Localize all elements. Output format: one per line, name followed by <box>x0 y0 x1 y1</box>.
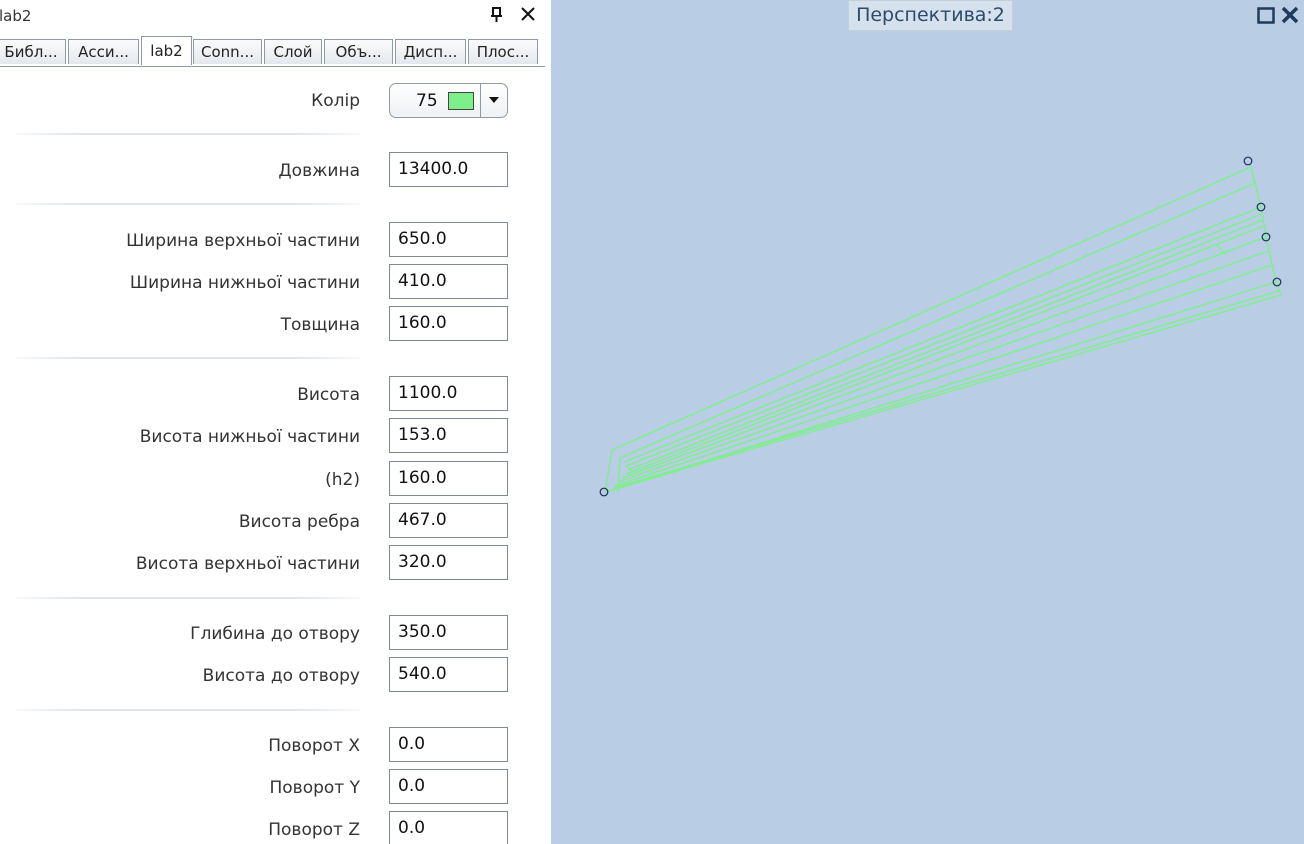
height-field[interactable]: 1100.0 <box>389 376 508 411</box>
bottom-height-field[interactable]: 153.0 <box>389 418 508 453</box>
bottom-height-label: Висота нижньої частини <box>139 427 360 447</box>
thickness-label: Товщина <box>280 315 360 335</box>
tab-assistant[interactable]: Асси... <box>68 39 139 64</box>
tab-lab2[interactable]: lab2 <box>141 36 192 65</box>
bottom-width-field[interactable]: 410.0 <box>389 264 508 299</box>
hole-depth-field[interactable]: 350.0 <box>389 615 508 650</box>
hole-height-field[interactable]: 540.0 <box>389 657 508 692</box>
rotation-z-label: Поворот Z <box>268 820 360 840</box>
separator <box>16 357 360 359</box>
close-icon[interactable] <box>517 3 539 25</box>
separator <box>16 203 360 205</box>
top-width-label: Ширина верхньої частини <box>126 231 360 251</box>
top-height-field[interactable]: 320.0 <box>389 545 508 580</box>
hole-height-label: Висота до отвору <box>202 666 360 686</box>
thickness-field[interactable]: 160.0 <box>389 306 508 341</box>
separator <box>16 133 360 135</box>
length-field[interactable]: 13400.0 <box>389 152 508 187</box>
chevron-down-icon[interactable] <box>480 84 507 117</box>
h2-label: (h2) <box>325 470 360 490</box>
rotation-x-label: Поворот X <box>268 736 360 756</box>
length-label: Довжина <box>278 161 360 181</box>
separator <box>16 709 360 711</box>
separator <box>16 597 360 599</box>
color-value: 75 <box>416 91 438 111</box>
panel-tabbar: Библ... Асси... lab2 Conn... Слой Объ...… <box>0 36 545 67</box>
color-swatch <box>448 92 474 110</box>
maximize-icon[interactable] <box>1257 7 1275 24</box>
perspective-viewport[interactable] <box>551 0 1304 844</box>
h2-field[interactable]: 160.0 <box>389 461 508 496</box>
tab-layer[interactable]: Слой <box>264 39 322 64</box>
viewport-title[interactable]: Перспектива:2 <box>848 0 1013 31</box>
tab-objects[interactable]: Объ... <box>324 39 393 64</box>
tab-connections[interactable]: Conn... <box>193 39 262 64</box>
rotation-y-label: Поворот Y <box>269 778 361 798</box>
top-width-field[interactable]: 650.0 <box>389 222 508 257</box>
panel-title: lab2 <box>0 7 32 25</box>
height-label: Висота <box>297 385 360 405</box>
hole-depth-label: Глибина до отвору <box>190 624 360 644</box>
properties-panel: lab2 Библ... Асси... lab2 Conn... Слой О… <box>0 0 546 844</box>
top-height-label: Висота верхньої частини <box>135 554 360 574</box>
bottom-width-label: Ширина нижньої частини <box>129 273 360 293</box>
tab-planes[interactable]: Плос... <box>468 39 538 64</box>
tab-display[interactable]: Дисп... <box>395 39 466 64</box>
rotation-x-field[interactable]: 0.0 <box>389 727 508 762</box>
color-dropdown[interactable]: 75 <box>389 83 508 118</box>
rotation-z-field[interactable]: 0.0 <box>389 811 508 844</box>
pin-icon[interactable] <box>487 5 507 25</box>
tab-library[interactable]: Библ... <box>0 39 66 64</box>
rotation-y-field[interactable]: 0.0 <box>389 769 508 804</box>
panel-titlebar: lab2 <box>0 0 545 33</box>
rib-height-field[interactable]: 467.0 <box>389 503 508 538</box>
rib-height-label: Висота ребра <box>238 512 360 532</box>
color-label: Колір <box>311 91 360 111</box>
close-icon[interactable] <box>1280 5 1300 25</box>
